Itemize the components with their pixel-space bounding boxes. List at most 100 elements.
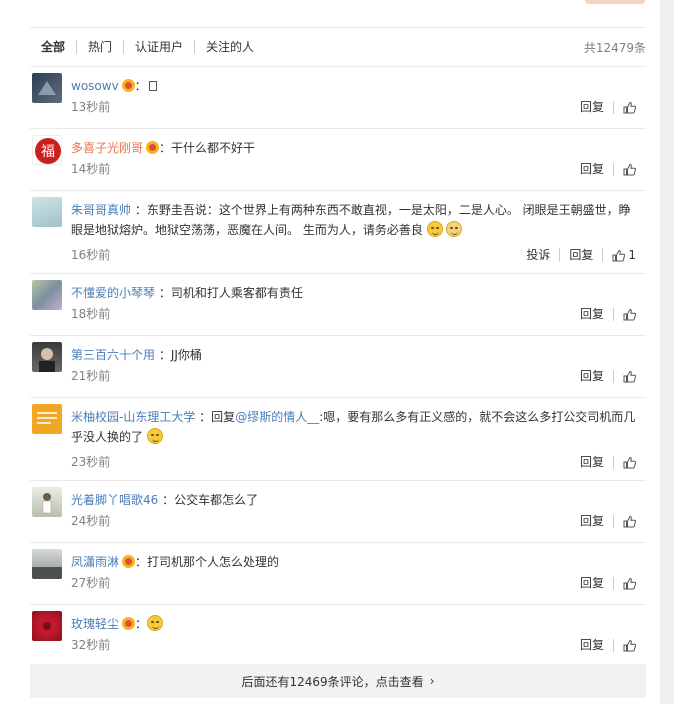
comment-item: 第三百六十个用 ：JJ你桶 21秒前 回复 [30,336,646,398]
comment-text: 第三百六十个用 ：JJ你桶 [71,348,202,362]
thumbs-up-icon [612,249,626,261]
comment-item: 不懂爱的小琴琴 ：司机和打人乘客都有责任 18秒前 回复 [30,274,646,336]
avatar-image [32,567,62,579]
comment-actions: 回复 [571,455,636,469]
comment-actions: 回复 [571,369,636,383]
comment-text: 玫瑰轻尘： [71,614,638,634]
username-link[interactable]: 光着脚丫唱歌46 [71,493,158,507]
load-more-comments-button[interactable]: 后面还有12469条评论，点击查看 › [30,664,646,698]
like-button[interactable] [613,100,636,114]
load-more-label: 后面还有12469条评论，点击查看 [241,674,424,689]
username-link[interactable]: 米柚校园-山东理工大学 [71,410,195,424]
username-link[interactable]: 朱哥哥真帅 [71,203,131,217]
comment-total: 共12479条 [583,40,646,55]
comment-time: 16秒前 [71,248,111,262]
comment-text: wosowv： [71,76,638,96]
report-button[interactable]: 投诉 [517,248,559,262]
avatar-image [39,348,55,372]
avatar[interactable] [32,549,62,579]
comment-item: wosowv： 13秒前 回复 [30,67,646,129]
avatar[interactable] [32,404,62,434]
comment-item: 米柚校园-山东理工大学 ：回复@缪斯的情人__:嗯，要有那么多有正义感的，就不会… [30,398,646,481]
vip-badge-icon [122,555,136,568]
tab-following[interactable]: 关注的人 [194,40,265,54]
like-button[interactable] [613,455,636,469]
like-count: 1 [628,248,636,262]
comment-time: 14秒前 [71,162,111,176]
avatar[interactable]: 福 [32,135,62,165]
avatar[interactable] [32,487,62,517]
avatar[interactable] [32,280,62,310]
comment-time: 21秒前 [71,369,111,383]
comment-time: 23秒前 [71,455,111,469]
smirk-emoji-icon [147,615,164,631]
thumbs-up-icon [623,163,636,175]
like-button[interactable] [613,576,636,590]
comment-text: 光着脚丫唱歌46 ：公交车都怎么了 [71,493,259,507]
emoji-icon [426,221,443,237]
tab-all[interactable]: 全部 [30,40,76,54]
comment-time: 24秒前 [71,514,111,528]
like-button[interactable] [613,369,636,383]
comments-panel: 全部 热门 认证用户 关注的人 共12479条 wosowv： 13秒前 回复 [0,0,660,704]
avatar[interactable] [32,342,62,372]
avatar[interactable] [32,611,62,641]
reply-button[interactable]: 回复 [571,638,613,652]
username-link[interactable]: 玫瑰轻尘 [71,617,119,631]
reply-button[interactable]: 回复 [571,455,613,469]
thumbs-up-icon [623,370,636,382]
like-button[interactable] [613,162,636,176]
avatar-image [39,618,55,634]
comment-time: 13秒前 [71,100,111,114]
avatar-image: 福 [35,138,61,164]
reply-button[interactable]: 回复 [571,162,613,176]
comment-text: 朱哥哥真帅 ：东野圭吾说：这个世界上有两种东西不敢直视，一是太阳，二是人心。 闭… [71,203,631,237]
smile-emoji-icon [146,428,163,444]
comment-item: 朱哥哥真帅 ：东野圭吾说：这个世界上有两种东西不敢直视，一是太阳，二是人心。 闭… [30,191,646,274]
mention-link[interactable]: @缪斯的情人__ [235,410,319,424]
comment-actions: 回复 [571,514,636,528]
comment-item: 凤瀟雨淋 ：打司机那个人怎么处理的 27秒前 回复 [30,543,646,605]
thumbs-up-icon [623,308,636,320]
username-link[interactable]: 第三百六十个用 [71,348,155,362]
comment-list: wosowv： 13秒前 回复 福 多喜子光刚哥 ：干什么都不好干 14秒前 回复 [30,67,646,667]
comment-text: 多喜子光刚哥 ：干什么都不好干 [71,141,256,155]
comment-actions: 回复 [571,638,636,652]
chevron-right-icon: › [429,674,435,688]
username-link[interactable]: 不懂爱的小琴琴 [71,286,155,300]
thumbs-up-icon [623,515,636,527]
thumbs-up-icon [623,456,636,468]
thumbs-up-icon [623,639,636,651]
reply-button[interactable]: 回复 [571,514,613,528]
vip-badge-icon [121,79,135,92]
top-button-edge[interactable] [585,0,645,4]
username-link[interactable]: 多喜子光刚哥 [71,141,143,155]
avatar-image [37,412,57,424]
comment-actions: 回复 [571,576,636,590]
reply-button[interactable]: 回复 [571,576,613,590]
comment-actions: 回复 [571,307,636,321]
reply-button[interactable]: 回复 [559,248,602,262]
comment-item: 玫瑰轻尘： 32秒前 回复 [30,605,646,667]
tab-hot[interactable]: 热门 [76,40,123,54]
vip-badge-icon [146,141,160,154]
emoji-icon [446,221,463,237]
comment-item: 福 多喜子光刚哥 ：干什么都不好干 14秒前 回复 [30,129,646,191]
reply-button[interactable]: 回复 [571,369,613,383]
like-button[interactable] [613,638,636,652]
avatar[interactable] [32,197,62,227]
avatar[interactable] [32,73,62,103]
like-button[interactable] [613,514,636,528]
comment-text: 不懂爱的小琴琴 ：司机和打人乘客都有责任 [71,286,303,300]
username-link[interactable]: wosowv [71,79,119,93]
svg-text:福: 福 [41,144,55,160]
like-button[interactable] [613,307,636,321]
scrollbar-track[interactable] [660,0,674,704]
like-button[interactable]: 1 [602,248,636,262]
reply-button[interactable]: 回复 [571,307,613,321]
username-link[interactable]: 凤瀟雨淋 [71,555,119,569]
comment-filter-tabs: 全部 热门 认证用户 关注的人 共12479条 [30,27,646,67]
comment-actions: 回复 [571,100,636,114]
tab-verified[interactable]: 认证用户 [123,40,194,54]
reply-button[interactable]: 回复 [571,100,613,114]
